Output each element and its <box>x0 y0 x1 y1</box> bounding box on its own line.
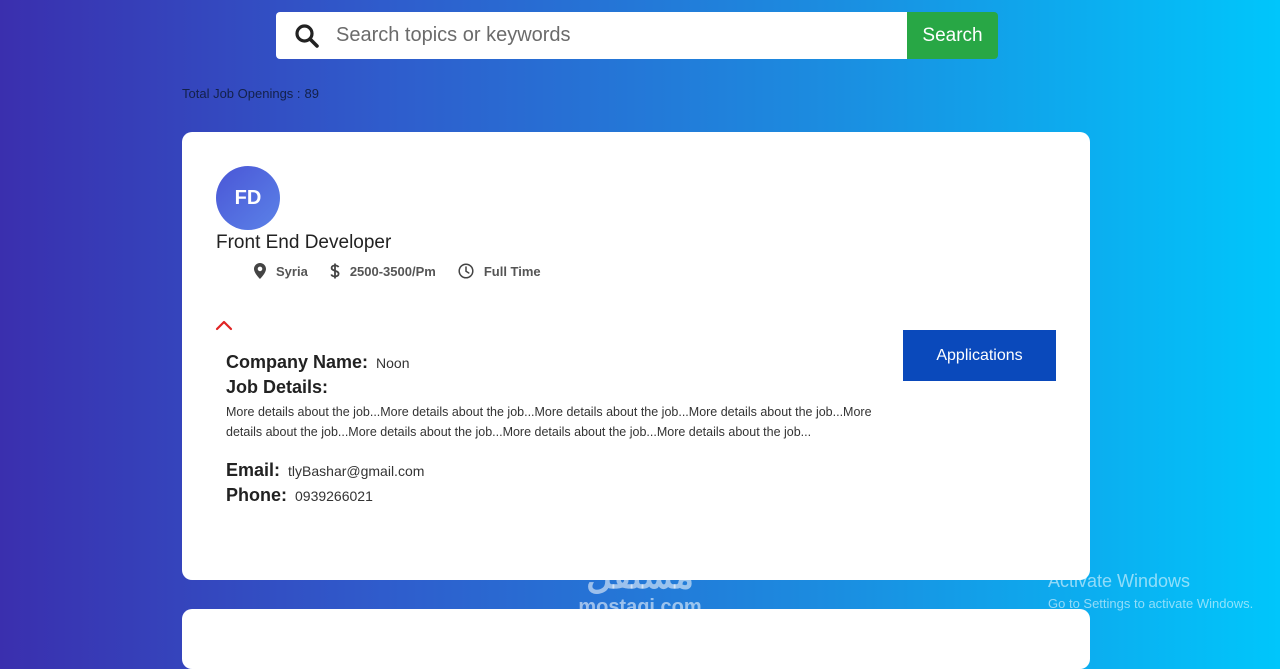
avatar: FD <box>216 166 280 230</box>
phone-row: Phone: 0939266021 <box>226 485 894 506</box>
job-title: Front End Developer <box>216 232 392 253</box>
watermark-arabic: مستقل <box>586 555 694 596</box>
email-label: Email: <box>226 460 281 480</box>
job-details: Company Name: Noon Job Details: More det… <box>226 352 894 510</box>
total-openings-count: 89 <box>304 86 319 101</box>
watermark-latin: mostaqi.com <box>578 596 702 618</box>
dollar-icon <box>330 263 340 279</box>
total-openings-label: Total Job Openings : <box>182 86 301 101</box>
email-row: Email: tlyBashar@gmail.com <box>226 460 894 481</box>
map-pin-icon <box>254 263 266 279</box>
activate-windows-overlay: Activate Windows Go to Settings to activ… <box>1048 571 1253 611</box>
search-button[interactable]: Search <box>907 12 998 59</box>
company-value: Noon <box>376 355 410 371</box>
activate-subtitle: Go to Settings to activate Windows. <box>1048 596 1254 611</box>
search-input[interactable] <box>334 23 907 48</box>
search-bar: Search <box>276 12 998 59</box>
job-salary-text: 2500-3500/Pm <box>349 263 436 279</box>
company-label: Company Name: <box>226 352 369 372</box>
job-details-label: Job Details: <box>226 377 329 397</box>
phone-label: Phone: <box>226 485 287 505</box>
job-type: Full Time <box>458 263 541 279</box>
activate-title: Activate Windows <box>1048 571 1191 591</box>
search-box[interactable] <box>276 12 907 59</box>
job-details-row: Job Details: <box>226 377 894 398</box>
clock-icon <box>458 263 474 279</box>
job-type-text: Full Time <box>483 263 541 279</box>
company-row: Company Name: Noon <box>226 352 894 373</box>
job-meta: Syria 2500-3500/Pm Full Time <box>254 263 563 279</box>
total-job-openings: Total Job Openings :89 <box>182 86 319 101</box>
job-location-text: Syria <box>276 263 308 279</box>
applications-button[interactable]: Applications <box>903 330 1056 381</box>
job-location: Syria <box>254 263 308 279</box>
chevron-up-icon[interactable] <box>215 318 233 332</box>
job-description: More details about the job...More detail… <box>226 405 872 439</box>
mostaql-watermark: مستقل mostaqi.com <box>560 556 720 619</box>
job-card: FD Front End Developer Syria 2500-3500/P… <box>182 132 1090 580</box>
phone-value: 0939266021 <box>295 488 373 504</box>
job-salary: 2500-3500/Pm <box>330 263 436 279</box>
email-value: tlyBashar@gmail.com <box>288 463 425 479</box>
search-icon <box>294 23 320 49</box>
